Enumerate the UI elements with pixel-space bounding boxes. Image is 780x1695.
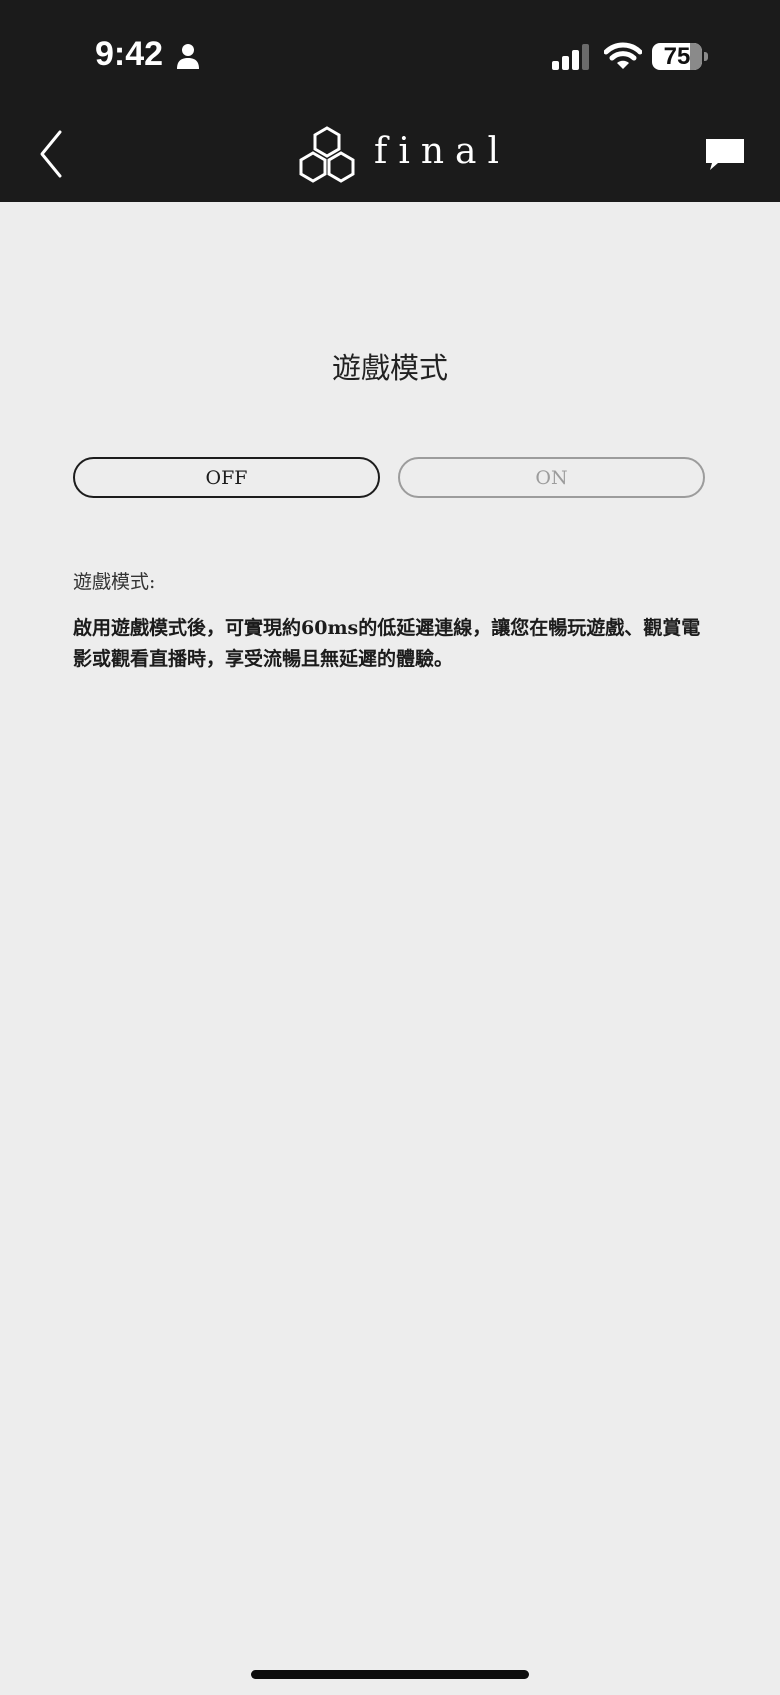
- battery-tip: [704, 52, 708, 61]
- battery-level-text: 75: [663, 43, 691, 70]
- brand-logo: final: [296, 126, 499, 188]
- person-icon: [177, 44, 199, 69]
- game-mode-on-button[interactable]: ON: [398, 457, 705, 498]
- home-indicator[interactable]: [251, 1670, 529, 1679]
- description-label: 遊戲模式:: [73, 571, 156, 593]
- signal-icon: [552, 44, 589, 70]
- description-text: 啟用遊戲模式後，可實現約60ms的低延遲連線，讓您在暢玩遊戲、觀賞電影或觀看直播…: [73, 617, 701, 670]
- nav-bar: final: [0, 110, 780, 202]
- battery-body: 75: [652, 43, 702, 70]
- status-time: 9:42: [95, 35, 164, 73]
- back-chevron-icon[interactable]: [30, 128, 74, 180]
- status-bar: 9:42 75: [0, 0, 780, 110]
- logo-hexagons-icon: [299, 126, 355, 183]
- wifi-icon: [604, 42, 642, 69]
- game-mode-off-button[interactable]: OFF: [73, 457, 380, 498]
- chat-bubble-icon[interactable]: [704, 136, 746, 172]
- battery-icon: 75: [652, 43, 708, 70]
- logo-text: final: [374, 131, 510, 172]
- page-title: 遊戲模式: [331, 351, 448, 385]
